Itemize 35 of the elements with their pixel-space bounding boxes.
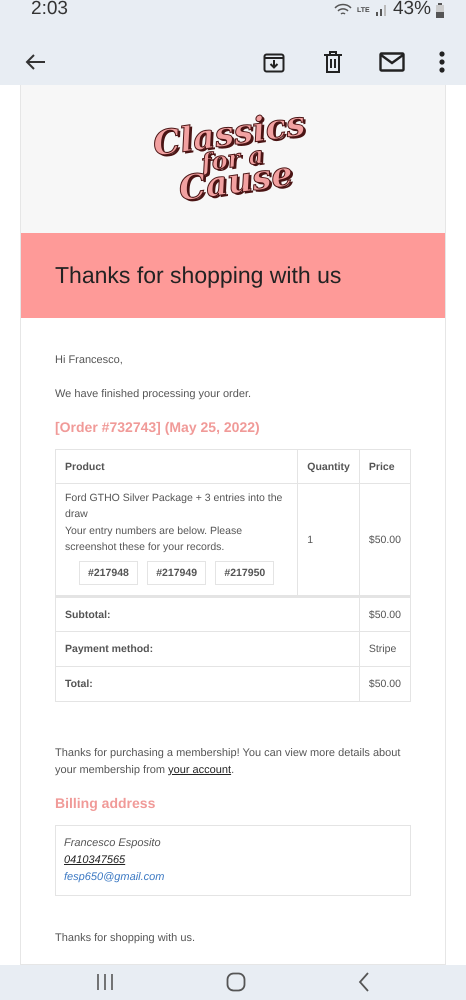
intro-text: We have finished processing your order. [55,386,252,402]
entry-number: #217948 [79,561,138,586]
home-icon[interactable] [226,972,246,992]
more-icon[interactable] [438,49,446,76]
signal-icon [376,4,388,16]
billing-heading: Billing address [55,795,156,812]
phone-link[interactable]: 0410347565 [64,852,126,870]
column-header: Price [359,450,410,484]
greeting: Hi Francesco, [55,353,124,368]
back-nav-icon[interactable] [358,972,370,992]
total-value: $50.00 [359,666,410,702]
order-heading: [Order #732743] (May 25, 2022) [55,419,261,436]
total-label: Payment method: [56,632,360,667]
entry-number: #217949 [147,561,206,586]
total-value: $50.00 [359,596,410,632]
wifi-icon [334,3,352,17]
status-time: 2:03 [31,0,68,20]
column-header: Product [56,450,298,484]
email-link[interactable]: fesp650@gmail.com [64,869,164,886]
logo: Classics for a Cause [152,111,310,208]
total-value: Stripe [359,632,410,667]
closing-text: Thanks for shopping with us. [55,931,196,946]
total-label: Total: [56,666,360,702]
column-header: Quantity [298,450,360,484]
account-link[interactable]: your account [168,764,232,776]
banner-title: Thanks for shopping with us [55,262,342,290]
membership-text: Thanks for purchasing a membership! You can view more details about your membership from your account. [55,746,402,778]
total-label: Subtotal: [56,596,360,632]
recents-icon[interactable] [96,973,114,992]
billing-name: Francesco Esposito [64,836,162,852]
entry-number: #217950 [215,561,274,586]
product-name: Ford GTHO Silver Package + 3 entries into the draw [65,491,284,522]
battery-percent: 43% [392,0,431,20]
product-note: Your entry numbers are below. Please screenshot these for your records. [65,524,244,555]
battery-icon [436,2,444,18]
